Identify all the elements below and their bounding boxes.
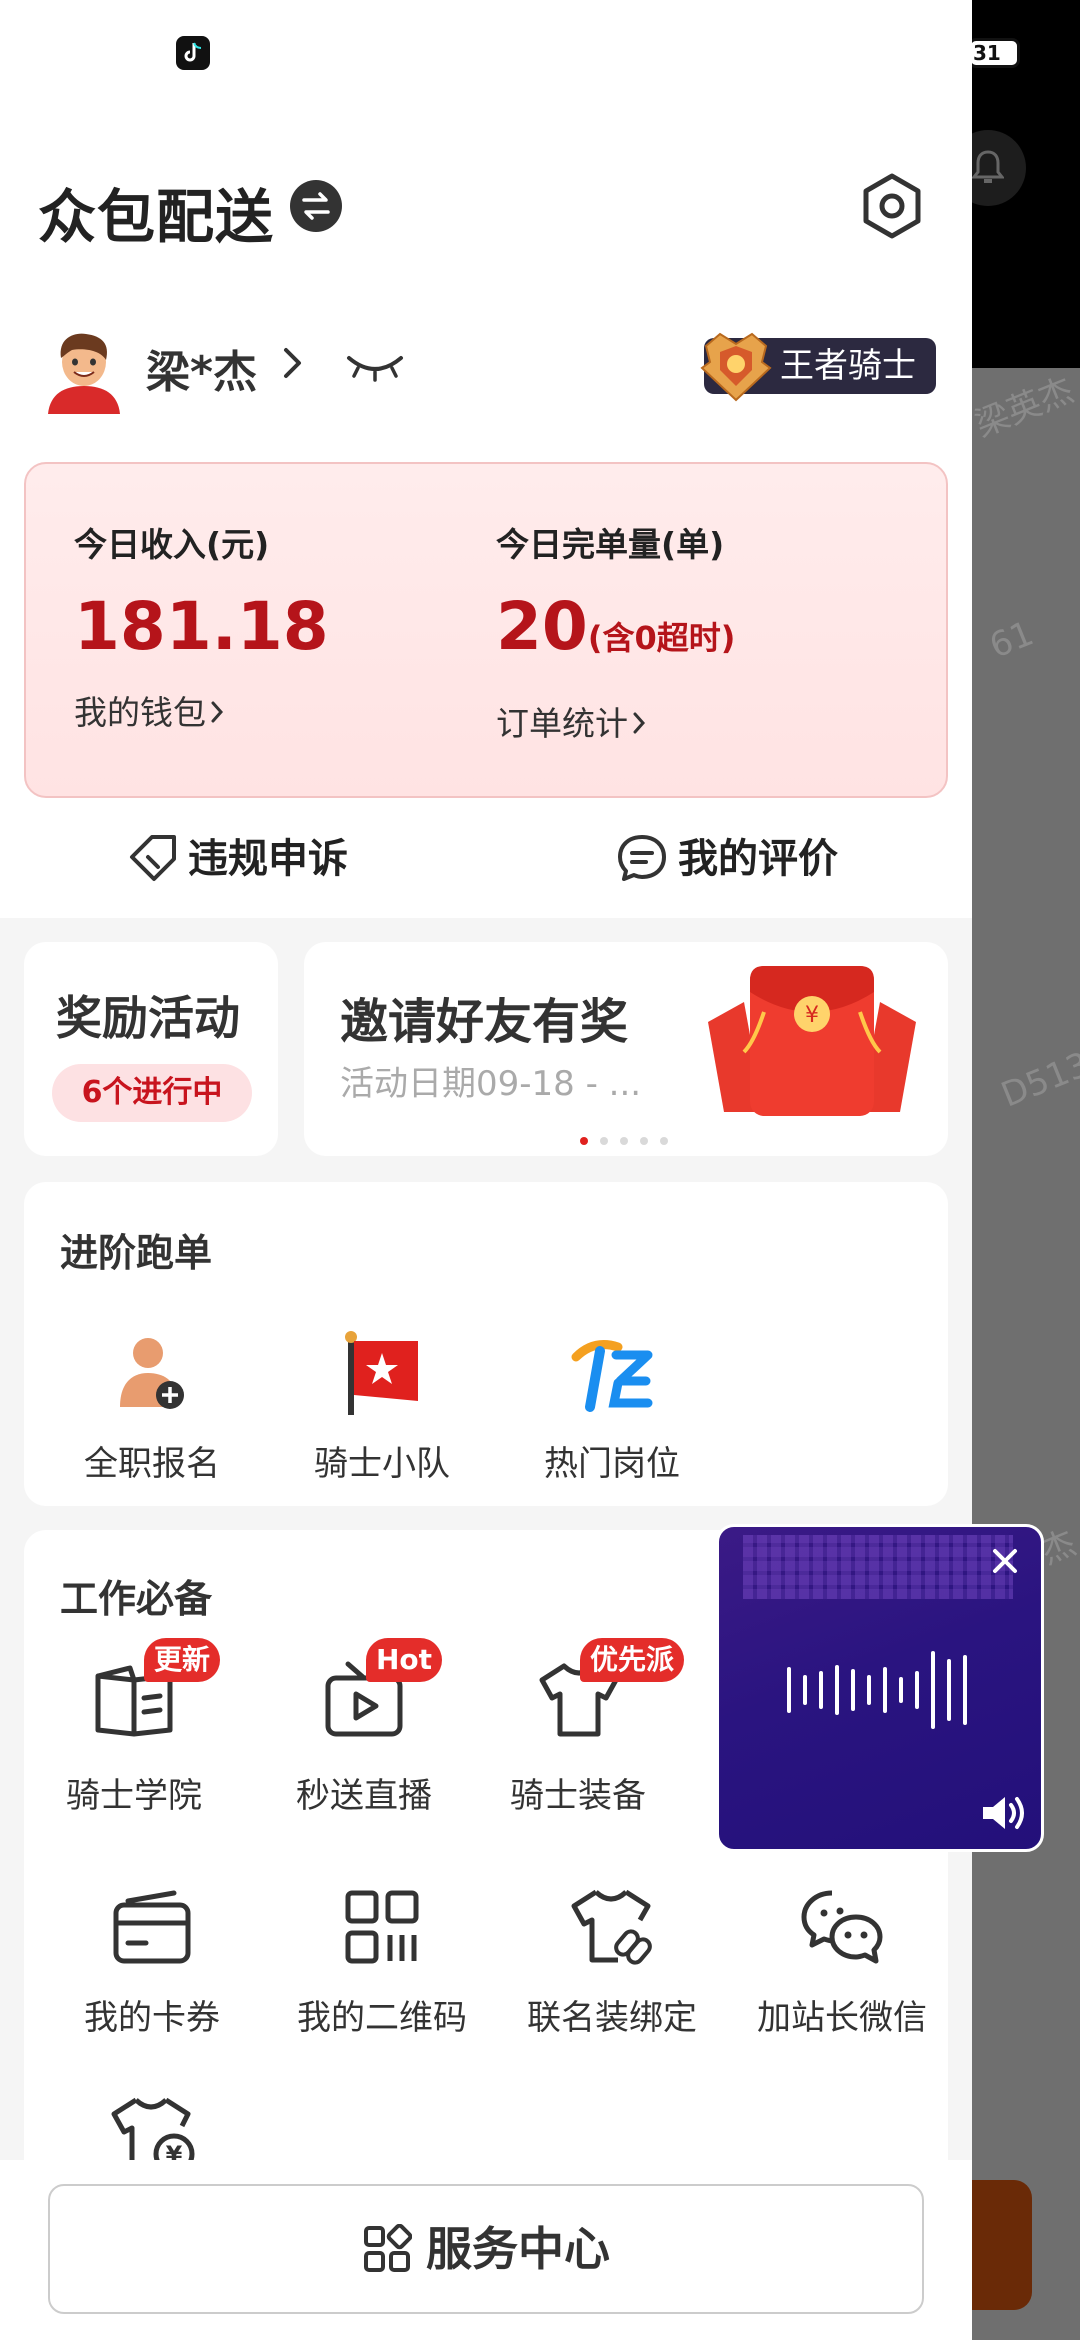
banner-pagination <box>580 1130 680 1149</box>
icon-wrap: 更新 <box>92 1638 221 1750</box>
tiktok-icon <box>176 36 210 70</box>
grid-item-live-stream[interactable]: Hot 秒送直播 <box>254 1638 474 1817</box>
appeal-label: 违规申诉 <box>188 836 348 882</box>
grid-item-label: 加站长微信 <box>757 1998 927 2038</box>
appeal-tag-icon <box>130 835 176 881</box>
wallet-link[interactable]: 我的钱包 <box>74 686 329 734</box>
username[interactable]: 梁*杰 <box>146 336 257 400</box>
qrcode-icon <box>345 1890 419 1964</box>
grid-item-rider-gear[interactable]: 优先派 骑士装备 <box>468 1638 688 1817</box>
income-value: 181.18 <box>74 588 329 665</box>
grid-item-rider-squad[interactable]: 骑士小队 <box>272 1328 492 1485</box>
essentials-title: 工作必备 <box>60 1577 213 1621</box>
pagination-dot[interactable] <box>600 1137 608 1145</box>
grid-item-label: 秒送直播 <box>296 1776 432 1816</box>
invite-banner[interactable]: 邀请好友有奖 活动日期09-18 - ... ¥ <box>304 942 948 1156</box>
side-drawer: 众包配送 梁*杰 王者骑士 今日收入(元) 181.18 我的钱包 今日完单量(… <box>0 0 972 2340</box>
service-center-label: 服务中心 <box>426 2222 610 2276</box>
orders-value-row: 20(含0超时) <box>496 592 735 673</box>
audio-wave-icon <box>787 1651 967 1729</box>
chevron-right-icon <box>210 693 224 732</box>
grid-item-my-coupons[interactable]: 我的卡券 <box>42 1882 262 2039</box>
icon-wrap: 优先派 <box>536 1638 685 1750</box>
grid-item-label: 骑士装备 <box>510 1776 646 1816</box>
orders-value: 20 <box>496 588 588 665</box>
pagination-dot[interactable] <box>580 1137 588 1145</box>
orders-label: 今日完单量(单) <box>496 525 725 564</box>
grid-item-add-manager-wechat[interactable]: 加站长微信 <box>732 1882 952 2039</box>
grid-item-label: 骑士小队 <box>314 1444 450 1484</box>
orders-overtime-note: (含0超时) <box>587 619 736 657</box>
grid-item-label: 热门岗位 <box>544 1444 680 1484</box>
bell-icon <box>972 150 1004 183</box>
close-icon[interactable] <box>991 1547 1019 1575</box>
svg-text:¥: ¥ <box>805 1003 819 1028</box>
person-add-icon <box>120 1338 184 1409</box>
grid-item-rider-academy[interactable]: 更新 骑士学院 <box>24 1638 244 1817</box>
battery-indicator: 31 <box>968 38 1020 68</box>
wallet-link-label: 我的钱包 <box>74 693 206 732</box>
comment-icon <box>618 835 666 881</box>
orders-stats-link[interactable]: 订单统计 <box>496 697 735 745</box>
reward-count-badge: 6个进行中 <box>52 1064 252 1122</box>
avatar[interactable] <box>44 328 124 414</box>
today-stats-card: 今日收入(元) 181.18 我的钱包 今日完单量(单) 20(含0超时) 订单… <box>24 462 948 798</box>
my-reviews-button[interactable]: 我的评价 <box>616 826 838 884</box>
orders-stat: 今日完单量(单) 20(含0超时) 订单统计 <box>496 518 735 745</box>
flag-icon <box>345 1331 418 1415</box>
orders-stats-link-label: 订单统计 <box>496 704 628 743</box>
hidden-eye-icon[interactable] <box>346 352 404 382</box>
card-icon <box>113 1890 191 1964</box>
priority-tag: 优先派 <box>580 1638 685 1682</box>
reward-title: 奖励活动 <box>56 991 240 1045</box>
banner-subtitle: 活动日期09-18 - ... <box>340 1064 642 1104</box>
icon-wrap: Hot <box>322 1638 443 1750</box>
grid-item-cobrand-binding[interactable]: 联名装绑定 <box>502 1882 722 2039</box>
speaker-icon[interactable] <box>979 1793 1027 1833</box>
grid-apps-icon <box>364 2223 413 2272</box>
background-overlay[interactable] <box>972 368 1080 2340</box>
grid-item-fulltime-signup[interactable]: 全职报名 <box>42 1328 262 1485</box>
appeal-button[interactable]: 违规申诉 <box>128 826 348 884</box>
wechat-icon <box>801 1890 883 1964</box>
crown-shield-icon <box>700 332 772 402</box>
chevron-right-icon <box>632 704 646 743</box>
my-reviews-label: 我的评价 <box>678 836 838 882</box>
grid-item-label: 联名装绑定 <box>527 1998 697 2038</box>
grid-item-label: 骑士学院 <box>66 1776 202 1816</box>
brand-title: 众包配送 <box>38 183 275 251</box>
pixel-decoration <box>743 1535 1013 1599</box>
pagination-dot[interactable] <box>640 1137 648 1145</box>
red-envelope-icon: ¥ <box>708 966 916 1116</box>
hot-tag: Hot <box>366 1638 443 1682</box>
pagination-dot[interactable] <box>620 1137 628 1145</box>
pagination-dot[interactable] <box>660 1137 668 1145</box>
service-center-button[interactable]: 服务中心 <box>48 2184 924 2314</box>
switch-mode-icon[interactable] <box>290 180 342 232</box>
grid-item-label: 我的卡券 <box>84 1998 220 2038</box>
floating-audio-player[interactable] <box>716 1524 1044 1852</box>
income-label: 今日收入(元) <box>74 525 270 564</box>
settings-gear-icon[interactable] <box>858 172 926 240</box>
advanced-title: 进阶跑单 <box>60 1231 213 1275</box>
banner-title: 邀请好友有奖 <box>340 994 629 1050</box>
update-tag: 更新 <box>144 1638 221 1682</box>
tshirt-link-icon <box>571 1889 652 1965</box>
grid-item-label: 全职报名 <box>84 1444 220 1484</box>
job-icon <box>571 1340 653 1412</box>
advanced-section: 进阶跑单 全职报名 骑士小队 热门岗位 <box>24 1182 948 1506</box>
grid-item-hot-jobs[interactable]: 热门岗位 <box>502 1328 722 1485</box>
income-stat: 今日收入(元) 181.18 我的钱包 <box>74 518 329 734</box>
chevron-right-icon[interactable] <box>282 346 304 380</box>
grid-item-my-qrcode[interactable]: 我的二维码 <box>272 1882 492 2039</box>
reward-activity-card[interactable]: 奖励活动 6个进行中 <box>24 942 278 1156</box>
grid-item-label: 我的二维码 <box>297 1998 467 2038</box>
